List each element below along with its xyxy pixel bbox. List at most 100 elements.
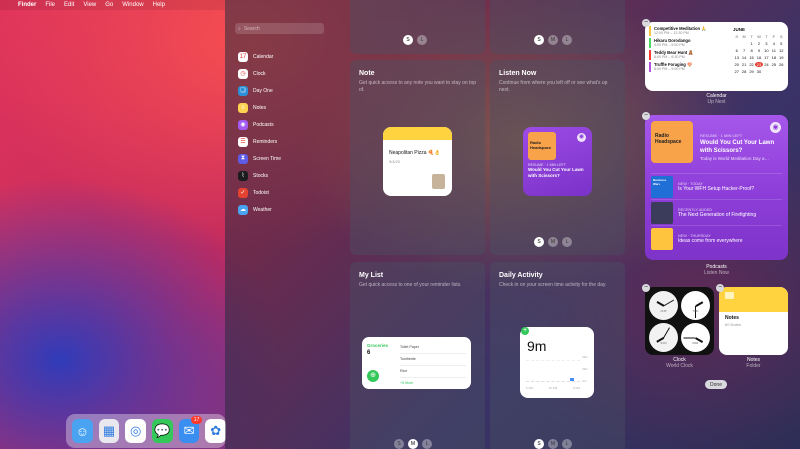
- calendar-day[interactable]: 26: [778, 62, 785, 67]
- menu-file[interactable]: File: [45, 2, 55, 8]
- calendar-day[interactable]: 22: [748, 62, 755, 67]
- calendar-day[interactable]: 21: [740, 62, 747, 67]
- notes-folder-widget[interactable]: Notes 60 Notes: [719, 287, 788, 355]
- note-widget-preview[interactable]: Neapolitan Pizza 🍕👌 9/4/20: [383, 127, 452, 196]
- menu-finder[interactable]: Finder: [18, 2, 36, 8]
- menu-view[interactable]: View: [83, 2, 96, 8]
- mail-icon[interactable]: ✉ 17: [178, 416, 203, 443]
- today-date[interactable]: 23: [755, 62, 763, 67]
- sidebar-item-podcasts[interactable]: ◉ Podcasts: [238, 116, 338, 133]
- calendar-event[interactable]: Hikaru Dorodango 4:00 PM – 5:00 PM: [649, 38, 729, 48]
- calendar-day[interactable]: 4: [770, 41, 777, 46]
- menu-go[interactable]: Go: [105, 2, 113, 8]
- podcasts-widget[interactable]: Radio Headspace ◉ RESUME · 1 MIN LEFT Wo…: [645, 115, 788, 260]
- reminder-item[interactable]: Toothbrite: [400, 354, 466, 366]
- calendar-day[interactable]: 6: [733, 48, 740, 53]
- calendar-day[interactable]: 11: [770, 48, 777, 53]
- size-medium-option[interactable]: M: [408, 439, 418, 449]
- calendar-day[interactable]: 24: [763, 62, 770, 67]
- done-button[interactable]: Done: [705, 380, 727, 389]
- sidebar-item-reminders[interactable]: ☰ Reminders: [238, 133, 338, 150]
- calendar-day[interactable]: 5: [778, 41, 785, 46]
- sidebar-item-screen-time[interactable]: ⧗ Screen Time: [238, 150, 338, 167]
- size-small-option[interactable]: S: [534, 237, 544, 247]
- messages-icon[interactable]: 💬: [152, 419, 173, 443]
- remove-widget-button[interactable]: −: [716, 284, 724, 292]
- size-medium-option[interactable]: M: [548, 439, 558, 449]
- listen-now-widget-preview[interactable]: Radio Headspace ◉ RESUME · 1 MIN LEFT Wo…: [523, 127, 592, 196]
- calendar-day[interactable]: 25: [770, 62, 777, 67]
- calendar-day[interactable]: 30: [755, 69, 762, 74]
- size-small-option[interactable]: S: [534, 35, 544, 45]
- size-large-option[interactable]: L: [417, 35, 427, 45]
- calendar-day[interactable]: 29: [748, 69, 755, 74]
- safari-icon[interactable]: ◎: [125, 419, 147, 443]
- calendar-day[interactable]: 20: [733, 62, 740, 67]
- sidebar-item-todoist[interactable]: ✓ Todoist: [238, 184, 338, 201]
- event-time: 6:00 PM – 6:30 PM: [654, 55, 685, 59]
- reminder-item[interactable]: Toilet Paper: [400, 342, 466, 354]
- menu-window[interactable]: Window: [122, 2, 143, 8]
- calendar-event[interactable]: Competitive Meditation 🙏 12:00 PM – 12:30…: [649, 26, 729, 36]
- podcast-artwork: Radio Headspace: [528, 132, 556, 160]
- sidebar-item-calendar[interactable]: 17 Calendar: [238, 48, 338, 65]
- search-icon: ⌕: [238, 25, 241, 32]
- add-widget-button[interactable]: +: [521, 327, 529, 335]
- size-large-option[interactable]: L: [562, 237, 572, 247]
- daily-activity-widget-preview[interactable]: 9m 60m 30m 0m 6 AM 12 PM 6 PM: [520, 327, 594, 398]
- sidebar-item-stocks[interactable]: ⌇ Stocks: [238, 167, 338, 184]
- calendar-day[interactable]: 14: [740, 55, 747, 60]
- calendar-day[interactable]: 18: [770, 55, 777, 60]
- sidebar-item-notes[interactable]: ≡ Notes: [238, 99, 338, 116]
- calendar-widget[interactable]: Competitive Meditation 🙏 12:00 PM – 12:30…: [645, 22, 788, 91]
- size-large-option[interactable]: L: [562, 35, 572, 45]
- calendar-day[interactable]: 3: [763, 41, 770, 46]
- calendar-day[interactable]: 1: [748, 41, 755, 46]
- finder-icon[interactable]: ☺: [72, 419, 93, 443]
- sidebar-item-day-one[interactable]: ❏ Day One: [238, 82, 338, 99]
- size-large-option[interactable]: L: [422, 439, 432, 449]
- widget-search-input[interactable]: ⌕ Search: [235, 23, 324, 34]
- notification-badge: 17: [190, 416, 203, 424]
- size-small-option[interactable]: S: [394, 439, 404, 449]
- size-medium-option[interactable]: M: [548, 237, 558, 247]
- size-large-option[interactable]: L: [562, 439, 572, 449]
- more-items-link[interactable]: +5 More: [400, 378, 466, 389]
- calendar-day[interactable]: 10: [763, 48, 770, 53]
- podcast-episode-row[interactable]: RECENTLY ADDED The Next Generation of Fir…: [651, 199, 782, 225]
- remove-widget-button[interactable]: −: [642, 19, 650, 27]
- calendar-day[interactable]: 2: [755, 41, 762, 46]
- size-small-option[interactable]: S: [403, 35, 413, 45]
- sidebar-item-clock[interactable]: ◷ Clock: [238, 65, 338, 82]
- size-small-option[interactable]: S: [534, 439, 544, 449]
- podcast-episode-row[interactable]: NEW · THURSDAY Ideas come from everywhere: [651, 225, 782, 251]
- calendar-day[interactable]: 15: [748, 55, 755, 60]
- podcast-episode-row[interactable]: Business Wars NEW · TODAY Is Your WFH Setu…: [651, 173, 782, 199]
- panel-title: Note: [359, 70, 375, 77]
- calendar-day[interactable]: 28: [740, 69, 747, 74]
- calendar-day[interactable]: 8: [748, 48, 755, 53]
- remove-widget-button[interactable]: −: [642, 284, 650, 292]
- calendar-day[interactable]: 27: [733, 69, 740, 74]
- my-list-widget-preview[interactable]: Groceries 6 ⊕ Toilet Paper Toothbrite Ri…: [362, 337, 471, 389]
- launchpad-icon[interactable]: ▦: [98, 419, 120, 443]
- menu-edit[interactable]: Edit: [64, 2, 74, 8]
- calendar-day[interactable]: 9: [755, 48, 762, 53]
- calendar-day[interactable]: 19: [778, 55, 785, 60]
- remove-widget-button[interactable]: −: [642, 112, 650, 120]
- calendar-day[interactable]: 16: [755, 55, 762, 60]
- reminder-item[interactable]: Rice: [400, 366, 466, 378]
- photos-icon[interactable]: ✿: [205, 419, 227, 443]
- sidebar-item-weather[interactable]: ☁ Weather: [238, 201, 338, 218]
- menu-help[interactable]: Help: [153, 2, 165, 8]
- world-clock-widget[interactable]: CUP TOK SYD PAR: [645, 287, 714, 355]
- calendar-day[interactable]: 7: [740, 48, 747, 53]
- calendar-event[interactable]: Teddy Bear Hunt 🧸 6:00 PM – 6:30 PM: [649, 50, 729, 60]
- calendar-day[interactable]: 12: [778, 48, 785, 53]
- size-medium-option[interactable]: M: [548, 35, 558, 45]
- calendar-events: Competitive Meditation 🙏 12:00 PM – 12:30…: [649, 26, 729, 74]
- podcast-episode-list: Business Wars NEW · TODAY Is Your WFH Setu…: [651, 173, 782, 251]
- calendar-day[interactable]: 17: [763, 55, 770, 60]
- calendar-day[interactable]: 13: [733, 55, 740, 60]
- calendar-event[interactable]: Truffle Foraging 🍄 8:00 PM – 9:00 PM: [649, 62, 729, 72]
